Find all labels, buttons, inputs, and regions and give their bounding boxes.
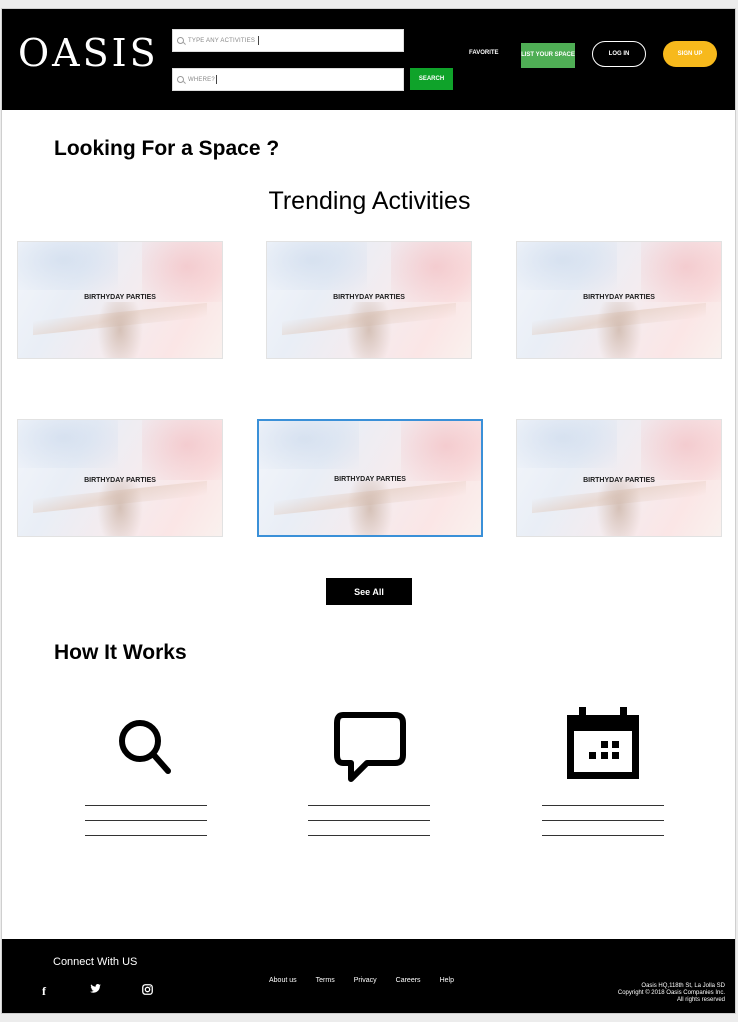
looking-title: Looking For a Space ? [54,137,280,160]
favorite-link[interactable]: FAVORITE [469,50,499,56]
location-placeholder: WHERE? [188,76,215,83]
footer: Connect With US f About us Terms Privacy… [2,939,735,1013]
card-image-figure [97,302,143,358]
login-button[interactable]: LOG IN [592,41,646,67]
footer-address: Oasis HQ,118th St, La Jolla SD Copyright… [618,983,725,1004]
card-image-figure [97,480,143,536]
search-icon [177,76,184,83]
activity-card-label: BIRTHYDAY PARTIES [583,477,655,484]
card-image-glow [142,420,222,480]
trending-title: Trending Activities [268,187,471,215]
twitter-icon[interactable] [90,984,101,996]
card-image-figure [346,302,392,358]
how-it-works-title: How It Works [54,641,187,664]
card-image-figure [347,481,393,535]
activity-card[interactable]: BIRTHYDAY PARTIES [17,419,223,537]
step-text-placeholder [542,805,664,850]
list-your-space-button[interactable]: LIST YOUR SPACE [521,43,575,68]
see-all-button[interactable]: See All [326,578,412,605]
step-text-placeholder [85,805,207,850]
chat-bubble-icon [331,709,409,790]
footer-links: About us Terms Privacy Careers Help [269,977,473,984]
card-image-glow [391,242,471,302]
activity-card-label: BIRTHYDAY PARTIES [583,294,655,301]
activity-card[interactable]: BIRTHYDAY PARTIES [516,241,722,359]
card-image-sky [259,421,359,469]
activity-card[interactable]: BIRTHYDAY PARTIES [516,419,722,537]
header: OASIS TYPE ANY ACTIVITIES WHERE? SEARCH … [2,9,735,110]
footer-link-help[interactable]: Help [440,977,454,984]
card-image-sky [517,420,617,468]
search-icon [177,37,184,44]
text-caret [258,36,260,45]
footer-link-careers[interactable]: Careers [396,977,421,984]
card-image-sky [18,242,118,290]
instagram-icon[interactable] [142,984,153,998]
text-caret [215,75,217,84]
card-image-sky [267,242,367,290]
page: OASIS TYPE ANY ACTIVITIES WHERE? SEARCH … [1,8,736,1014]
card-image-sky [517,242,617,290]
activities-placeholder: TYPE ANY ACTIVITIES [188,37,256,44]
activity-card-label: BIRTHYDAY PARTIES [334,476,406,483]
address-line: Oasis HQ,118th St, La Jolla SD [641,983,725,989]
footer-link-terms[interactable]: Terms [316,977,335,984]
card-image-glow [641,242,721,302]
activity-card-label: BIRTHYDAY PARTIES [84,477,156,484]
rights-line: All rights reserved [676,997,725,1003]
card-image-sky [18,420,118,468]
card-image-figure [596,480,642,536]
search-button[interactable]: SEARCH [410,68,453,90]
copyright-line: Copyright © 2018 Oasis Companies Inc. [617,990,725,996]
connect-with-us: Connect With US [53,956,138,968]
signup-button[interactable]: SIGN UP [663,41,717,67]
card-image-glow [142,242,222,302]
search-icon [116,717,174,782]
footer-link-about[interactable]: About us [269,977,297,984]
footer-link-privacy[interactable]: Privacy [354,977,377,984]
activity-card-selected[interactable]: BIRTHYDAY PARTIES [257,419,483,537]
card-image-glow [641,420,721,480]
activity-card[interactable]: BIRTHYDAY PARTIES [17,241,223,359]
activities-search-input[interactable]: TYPE ANY ACTIVITIES [172,29,404,52]
activity-card-label: BIRTHYDAY PARTIES [84,294,156,301]
card-image-figure [596,302,642,358]
activity-card[interactable]: BIRTHYDAY PARTIES [266,241,472,359]
step-text-placeholder [308,805,430,850]
facebook-icon[interactable]: f [42,984,46,999]
logo[interactable]: OASIS [18,31,159,75]
activity-card-label: BIRTHYDAY PARTIES [333,294,405,301]
calendar-icon [565,705,641,786]
location-search-input[interactable]: WHERE? [172,68,404,91]
card-image-glow [401,421,481,481]
